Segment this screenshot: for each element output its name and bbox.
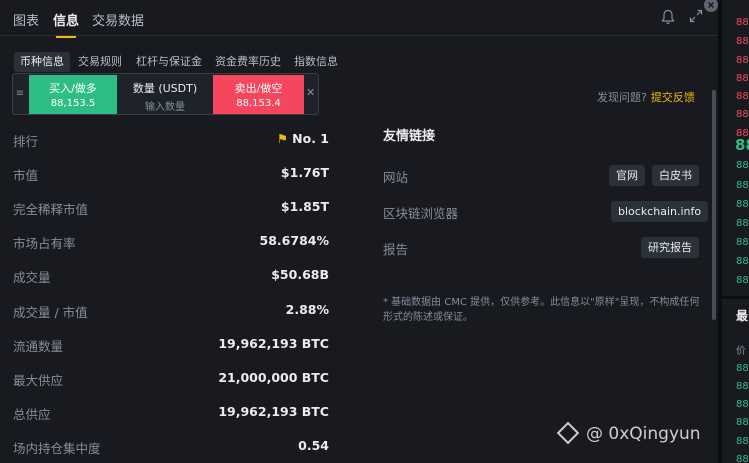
research-report-button[interactable]: 研究报告 [641,237,699,258]
subtab-leverage-margin[interactable]: 杠杆与保证金 [136,52,202,72]
stat-circulating: 流通数量 19,962,193 BTC [13,336,329,354]
orderbook-price[interactable]: 88 [736,218,749,229]
stat-label: 最大供应 [13,373,64,388]
quick-trade-bar: ≡ 买入/做多 88,153.5 数量 (USDT) 输入数量 卖出/做空 88… [12,73,319,115]
feedback-row: 发现问题? 提交反馈 [597,89,695,105]
orderbook-price[interactable]: 88 [736,454,749,463]
subtab-funding-history[interactable]: 资金费率历史 [215,52,281,72]
orderbook-price[interactable]: 88 [736,55,749,66]
stat-rank: 排行 ⚑ No. 1 [13,131,329,149]
stat-volume-to-cap: 成交量 / 市值 2.88% [13,302,329,320]
website-row: 网站 官网 白皮书 [383,165,699,187]
scrollbar[interactable] [712,90,716,320]
stat-label: 排行 [13,134,39,149]
orderbook-price[interactable]: 88 [736,417,749,428]
expand-icon[interactable] [689,9,703,23]
disclaimer-note: * 基础数据由 CMC 提供，仅供参考。此信息以"原样"呈现，不构成任何形式的陈… [383,297,700,323]
stat-value: 58.6784% [259,233,329,248]
explorer-row: 区块链浏览器 blockchain.info [383,201,709,223]
info-panel: 图表 信息 交易数据 币种信息 交易规则 杠杆与保证金 资金费率历史 指数信息 … [0,0,718,463]
orderbook-price[interactable]: 88 [736,436,749,447]
orderbook-strip [722,0,749,463]
subtab-index-info[interactable]: 指数信息 [294,52,338,72]
stat-value: 21,000,000 BTC [218,370,329,385]
close-icon[interactable] [704,0,718,12]
watermark-logo-icon [556,421,580,445]
stat-label: 成交量 [13,270,51,285]
subtab-trading-rules[interactable]: 交易规则 [78,52,122,72]
orderbook-price[interactable]: 88 [736,109,749,120]
last-price: 88 [735,136,749,154]
watermark-text: @ 0xQingyun [586,424,701,444]
orderbook-price[interactable]: 88 [736,381,749,392]
stat-value: 19,962,193 BTC [218,336,329,351]
stat-label: 市场占有率 [13,236,76,251]
stat-value: 2.88% [285,302,329,317]
bell-icon[interactable] [661,9,675,25]
orderbook-price[interactable]: 88 [736,237,749,248]
explorer-label: 区块链浏览器 [383,206,459,221]
links-title: 友情链接 [383,129,436,144]
quantity-input[interactable]: 数量 (USDT) 输入数量 [117,75,213,114]
top-tab-bar: 图表 信息 交易数据 [0,0,718,38]
feedback-link[interactable]: 提交反馈 [651,91,695,104]
stat-holding-concentration: 场内持仓集中度 0.54 [13,438,329,456]
watermark: @ 0xQingyun [556,421,701,445]
orderbook-price[interactable]: 88 [736,36,749,47]
panel-divider [722,296,749,299]
website-label: 网站 [383,170,409,185]
feedback-text: 发现问题? [597,91,647,104]
stat-value: $1.85T [280,199,329,214]
stat-total-supply: 总供应 19,962,193 BTC [13,404,329,422]
orderbook-price[interactable]: 88 [736,160,749,171]
orderbook-price[interactable]: 88 [736,17,749,28]
orderbook-price[interactable]: 88 [736,91,749,102]
official-site-button[interactable]: 官网 [609,165,645,186]
subtab-coin-info[interactable]: 币种信息 [14,52,70,72]
quantity-placeholder: 输入数量 [145,102,185,113]
stat-value: $50.68B [271,267,329,282]
stat-volume: 成交量 $50.68B [13,267,329,285]
explorer-link-button[interactable]: blockchain.info [611,201,709,222]
tab-info[interactable]: 信息 [53,10,79,38]
report-row: 报告 研究报告 [383,237,699,259]
stat-dominance: 市场占有率 58.6784% [13,233,329,251]
buy-price: 88,153.5 [50,98,96,109]
stat-label: 流通数量 [13,339,64,354]
stat-label: 成交量 / 市值 [13,305,88,320]
drag-handle-icon[interactable]: ≡ [15,88,25,99]
podium-icon: ⚑ [276,131,289,146]
stat-label: 完全稀释市值 [13,202,89,217]
sell-short-button[interactable]: 卖出/做空 88,153.4 [213,75,304,114]
orderbook-price[interactable]: 88 [736,199,749,210]
tab-trading-data[interactable]: 交易数据 [92,10,144,29]
sell-label: 卖出/做空 [234,82,283,95]
stat-label: 场内持仓集中度 [13,441,101,456]
stat-value: 0.54 [298,438,329,453]
report-label: 报告 [383,242,409,257]
orderbook-price[interactable]: 88 [736,180,749,191]
stat-value: 19,962,193 BTC [218,404,329,419]
stat-fdv: 完全稀释市值 $1.85T [13,199,329,217]
quantity-label: 数量 (USDT) [132,82,198,95]
whitepaper-button[interactable]: 白皮书 [652,165,699,186]
stat-label: 总供应 [13,407,51,422]
tab-chart[interactable]: 图表 [13,10,39,29]
stat-label: 市值 [13,168,39,183]
stat-value: No. 1 [292,131,329,146]
orderbook-price[interactable]: 88 [736,275,749,286]
orderbook-price[interactable]: 88 [736,256,749,267]
recent-trades-title: 最 [736,309,749,323]
stat-max-supply: 最大供应 21,000,000 BTC [13,370,329,388]
buy-label: 买入/做多 [49,82,97,95]
stat-value: $1.76T [280,165,329,180]
recent-trades-price-header: 价 [736,346,746,357]
orderbook-price[interactable]: 88 [736,73,749,84]
orderbook-price[interactable]: 88 [736,399,749,410]
buy-long-button[interactable]: 买入/做多 88,153.5 [29,75,117,114]
orderbook-price[interactable]: 88 [736,363,749,374]
close-trade-bar-icon[interactable]: ✕ [306,86,315,99]
stat-market-cap: 市值 $1.76T [13,165,329,183]
sell-price: 88,153.4 [236,98,281,109]
